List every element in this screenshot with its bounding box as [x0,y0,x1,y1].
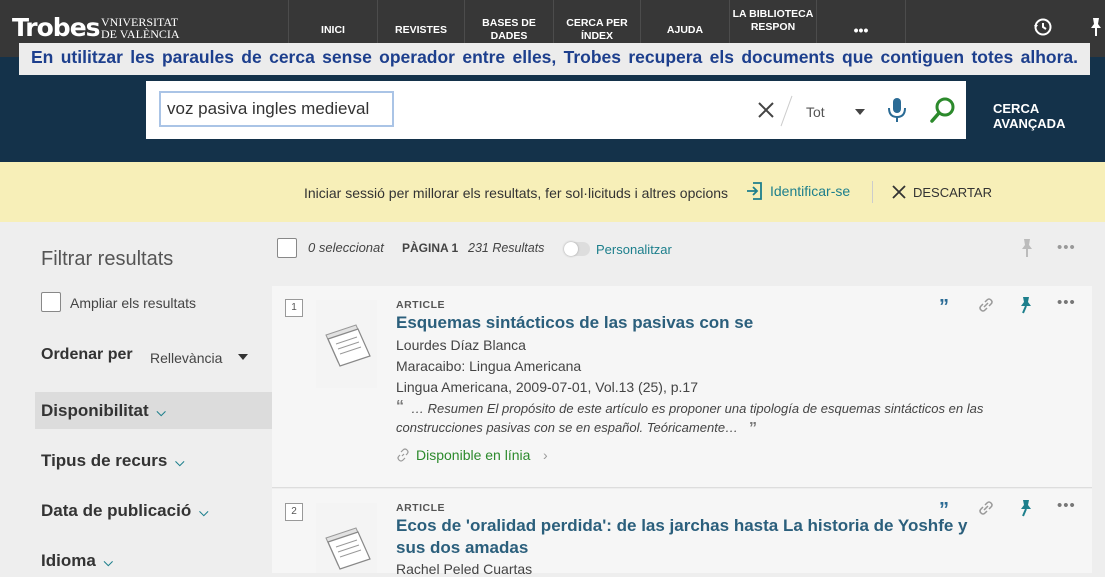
facet-language[interactable]: Idioma ⌵ [41,551,113,571]
close-icon[interactable] [892,185,906,199]
facet-language-label: Idioma [41,551,96,570]
quote-open-icon: “ [396,398,404,415]
results-count: 231 Resultats [468,241,545,255]
dismiss-button[interactable]: DESCARTAR [913,185,992,200]
record-more-icon[interactable]: ••• [1057,497,1076,514]
result-thumbnail [316,503,377,573]
filters-title: Filtrar resultats [41,248,174,270]
chevron-down-icon: ⌵ [199,505,209,519]
login-message: Iniciar sessió per millorar els resultat… [304,185,729,201]
document-icon [316,300,377,388]
select-all-checkbox[interactable] [277,238,297,258]
toggle-knob [564,242,578,256]
university-line-2: DE VALÈNCIA [101,27,180,41]
selected-count: 0 seleccionat [308,240,384,255]
university-logo: VNIVERSITAT DE VALÈNCIA [101,16,180,40]
facet-publication-date-label: Data de publicació [41,501,192,520]
chevron-down-icon: ⌵ [103,555,113,569]
login-divider [872,181,873,203]
result-number: 2 [285,503,303,521]
result-number: 1 [285,299,303,317]
search-scope-select[interactable]: Tot [806,104,825,120]
sort-select[interactable]: Rellevància [150,350,222,366]
more-options-icon[interactable]: ••• [1057,239,1076,256]
search-icon[interactable] [929,96,957,124]
history-icon[interactable] [1032,16,1054,38]
facet-availability[interactable]: Disponibilitat ⌵ [41,401,166,421]
result-snippet-2: construcciones pasivas con se en español… [396,420,739,435]
chevron-down-icon: ⌵ [175,455,185,469]
permalink-icon[interactable] [977,296,995,314]
result-type: ARTICLE [396,502,445,514]
record-more-icon[interactable]: ••• [1057,294,1076,311]
facet-availability-label: Disponibilitat [41,401,149,420]
scope-dropdown-icon[interactable] [854,108,866,116]
personalize-label[interactable]: Personalitzar [596,242,672,257]
expand-results-label: Ampliar els resultats [70,295,197,311]
chevron-down-icon: ⌵ [156,405,166,419]
citation-icon[interactable]: ” [939,499,949,522]
trobes-logo[interactable]: Trobes [12,13,101,42]
sort-dropdown-icon[interactable] [237,353,249,361]
result-source: Lingua Americana, 2009-07-01, Vol.13 (25… [396,379,698,395]
quote-close-icon: ” [749,420,757,437]
result-author: Rachel Peled Cuartas [396,561,533,577]
result-thumbnail [316,300,377,388]
nav-biblioteca-respon[interactable]: LA BIBLIOTECA RESPON [730,8,816,48]
facet-resource-type[interactable]: Tipus de recurs ⌵ [41,451,184,471]
permalink-icon[interactable] [977,499,995,517]
document-icon [316,503,377,573]
pin-record-icon[interactable] [1017,296,1035,314]
advanced-search-link[interactable]: CERCA AVANÇADA [993,101,1105,131]
search-input[interactable] [159,91,394,127]
result-snippet: … Resumen El propósito de este artículo … [411,401,984,416]
result-title[interactable]: Esquemas sintácticos de las pasivas con … [396,312,753,334]
page-indicator: PÀGINA 1 [402,241,459,255]
result-type: ARTICLE [396,299,445,311]
link-icon [397,448,409,462]
availability-link[interactable]: Disponible en línia [416,447,530,463]
personalize-toggle[interactable] [564,242,590,256]
search-tip-banner: En utilitzar les paraules de cerca sense… [19,43,1090,75]
sort-label: Ordenar per [41,346,133,363]
expand-results-checkbox[interactable] [41,292,61,312]
microphone-icon[interactable] [886,96,908,124]
pin-icon[interactable] [1085,16,1105,38]
sign-in-icon[interactable] [746,181,764,201]
result-title[interactable]: Ecos de 'oralidad perdida': de las jarch… [396,515,967,537]
clear-search-icon[interactable] [757,101,775,119]
facet-publication-date[interactable]: Data de publicació ⌵ [41,501,208,521]
chevron-right-icon: › [543,447,548,463]
pin-icon[interactable] [1018,238,1036,258]
result-author: Lourdes Díaz Blanca [396,337,526,353]
result-publisher: Maracaibo: Lingua Americana [396,358,582,374]
citation-icon[interactable]: ” [939,296,949,319]
sign-in-link[interactable]: Identificar-se [770,183,850,199]
pin-record-icon[interactable] [1017,499,1035,517]
result-title-line-2[interactable]: sus dos amadas [396,537,528,559]
facet-resource-type-label: Tipus de recurs [41,451,168,470]
